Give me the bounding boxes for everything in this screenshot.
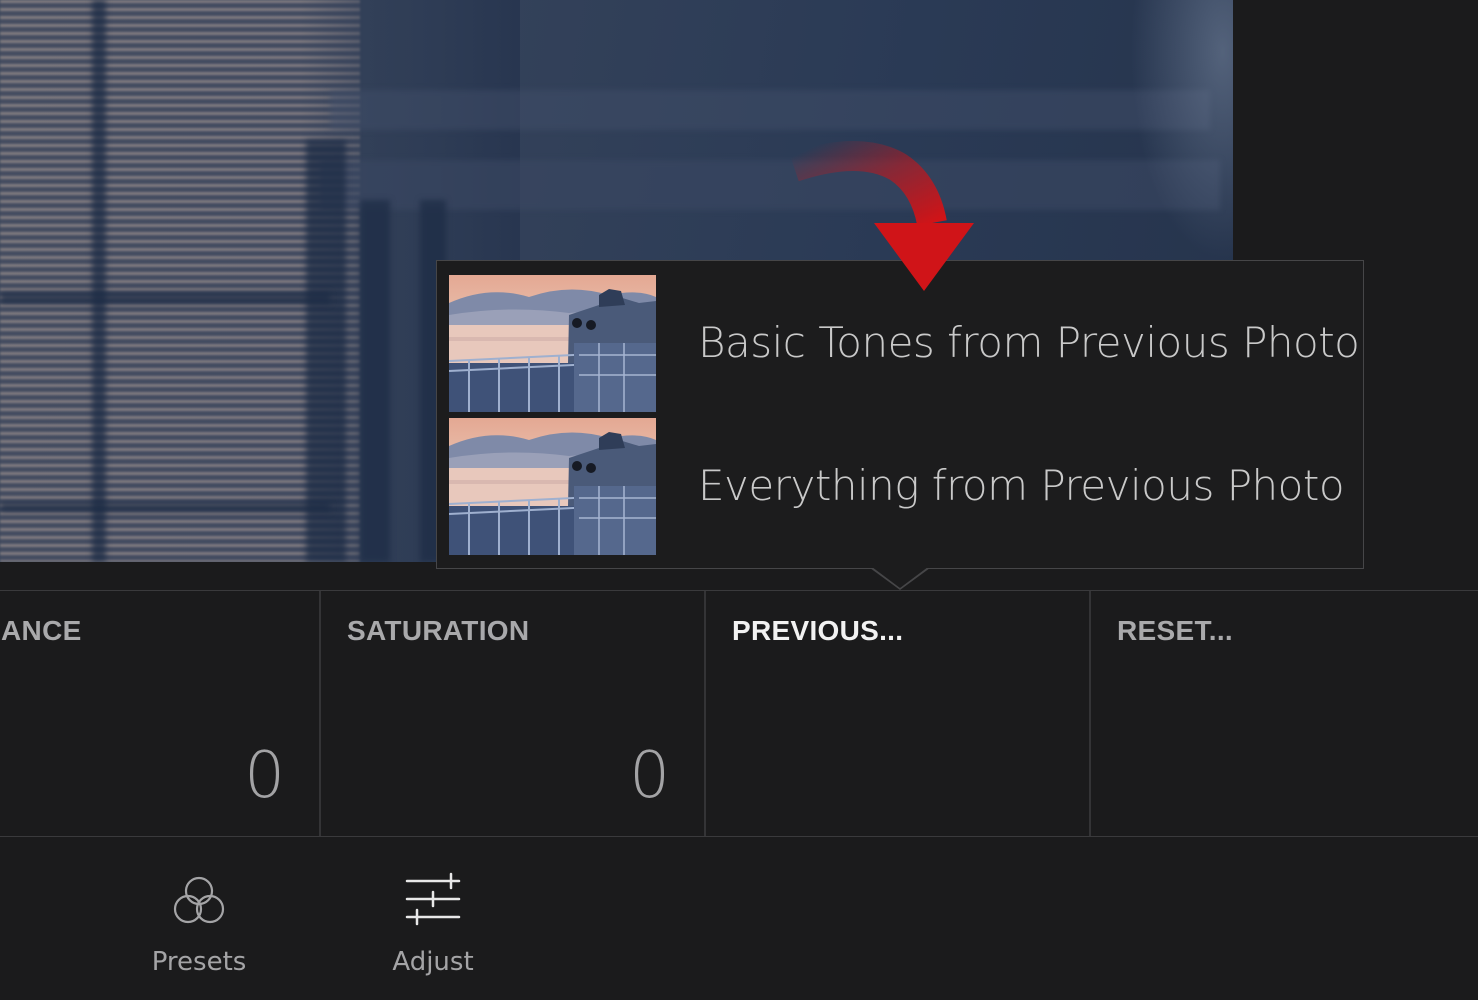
tool-label: RESET... (1117, 615, 1233, 646)
sliders-icon (405, 872, 461, 926)
tool-reset[interactable]: RESET... (1091, 591, 1478, 836)
app-root: Basic Tones from Previous Photo Everythi… (0, 0, 1478, 1000)
adjust-button[interactable]: Adjust (343, 837, 523, 997)
adjust-tool-strip: BRANCE 0 SATURATION 0 PREVIOUS... RESET.… (0, 590, 1478, 837)
tool-label: PREVIOUS... (732, 615, 904, 646)
tool-label: SATURATION (347, 615, 530, 646)
tool-vibrance[interactable]: BRANCE 0 (0, 591, 321, 836)
previous-settings-popup: Basic Tones from Previous Photo Everythi… (436, 260, 1364, 569)
tool-previous[interactable]: PREVIOUS... (706, 591, 1091, 836)
option-label: Everything from Previous Photo (698, 461, 1345, 510)
presets-button[interactable]: Presets (109, 837, 289, 997)
photo-shape (0, 502, 330, 512)
photo-shape (92, 0, 106, 562)
option-thumbnail (449, 418, 656, 555)
presets-label: Presets (151, 947, 247, 977)
photo-highlight (1130, 0, 1233, 260)
tool-value: 0 (244, 739, 285, 813)
tool-label: BRANCE (0, 615, 82, 646)
photo-shape (306, 140, 346, 562)
tool-value: 0 (629, 739, 670, 813)
red-arrow-icon (789, 141, 974, 291)
photo-shape (320, 160, 1220, 210)
presets-icon (173, 876, 225, 924)
tool-saturation[interactable]: SATURATION 0 (321, 591, 706, 836)
thumbnail-image (449, 275, 656, 412)
photo-shape (360, 200, 390, 562)
option-label: Basic Tones from Previous Photo (698, 318, 1360, 367)
photo-shape (330, 90, 1210, 130)
popup-pointer-fill (872, 567, 928, 588)
thumbnail-image (449, 418, 656, 555)
bottom-toolbar: Presets Adjust (0, 837, 1478, 1000)
option-thumbnail (449, 275, 656, 412)
adjust-label: Adjust (392, 947, 474, 977)
photo-shape (0, 292, 330, 304)
everything-option[interactable]: Everything from Previous Photo (437, 416, 1363, 559)
